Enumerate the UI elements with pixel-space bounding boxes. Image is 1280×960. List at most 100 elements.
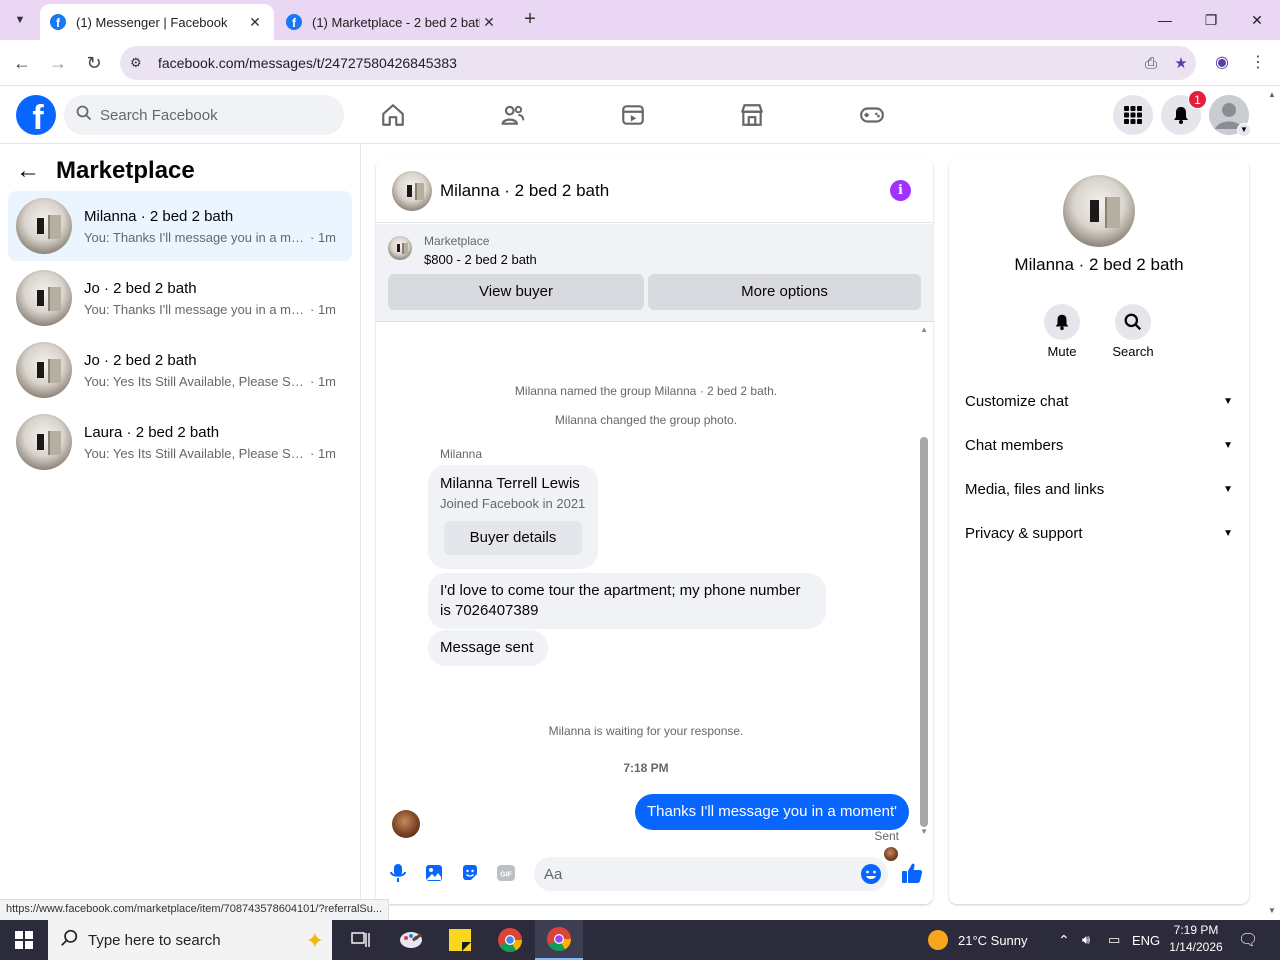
- incoming-message[interactable]: I'd love to come tour the apartment; my …: [428, 573, 826, 629]
- system-clock[interactable]: 7:19 PM 1/14/2026: [1160, 922, 1232, 956]
- menu-kebab-icon[interactable]: ⋮: [1246, 51, 1270, 75]
- chat-info-name: Milanna · 2 bed 2 bath: [1014, 255, 1184, 274]
- message-composer: GIF: [376, 849, 933, 899]
- group-photo[interactable]: [1063, 175, 1135, 247]
- message-input[interactable]: [534, 857, 888, 891]
- facebook-search-box[interactable]: [64, 95, 344, 135]
- page-scroll-down-icon[interactable]: ▼: [1268, 906, 1276, 915]
- mute-button[interactable]: Mute: [1032, 304, 1092, 359]
- language-indicator[interactable]: ENG: [1132, 920, 1160, 960]
- tab-messenger[interactable]: f (1) Messenger | Facebook ✕: [40, 4, 274, 40]
- omnibox[interactable]: ⚙ facebook.com/messages/t/24727580426845…: [120, 46, 1196, 80]
- section-label: Media, files and links: [965, 480, 1105, 498]
- task-view-icon[interactable]: [337, 920, 385, 960]
- home-nav-icon[interactable]: [361, 94, 425, 136]
- profile-icon[interactable]: ◉: [1210, 51, 1234, 75]
- chat-members-section[interactable]: Chat members ▼: [957, 425, 1241, 465]
- paint-app-icon[interactable]: [387, 920, 435, 960]
- new-tab-button[interactable]: +: [518, 8, 542, 32]
- privacy-support-section[interactable]: Privacy & support ▼: [957, 513, 1241, 553]
- taskbar-search-placeholder: Type here to search: [88, 931, 221, 949]
- chevron-down-icon[interactable]: ▼: [1237, 123, 1251, 137]
- bell-icon: [1044, 304, 1080, 340]
- chat-avatar[interactable]: [392, 170, 432, 211]
- microphone-icon[interactable]: [388, 863, 408, 883]
- conversation-item[interactable]: Jo · 2 bed 2 bath You: Yes Its Still Ava…: [8, 335, 352, 405]
- watch-nav-icon[interactable]: [601, 94, 665, 136]
- thumbs-up-icon[interactable]: [900, 861, 924, 885]
- chevron-up-icon[interactable]: ⌃: [1058, 920, 1070, 960]
- info-icon[interactable]: i: [890, 180, 911, 201]
- tab-close-icon[interactable]: ✕: [480, 14, 498, 31]
- search-in-chat-button[interactable]: Search: [1103, 304, 1163, 359]
- facebook-logo-icon[interactable]: f: [16, 95, 56, 135]
- scrollbar-thumb[interactable]: [920, 437, 928, 827]
- system-message: Milanna is waiting for your response.: [548, 724, 744, 738]
- more-options-button[interactable]: More options: [648, 274, 921, 310]
- gaming-nav-icon[interactable]: [840, 94, 904, 136]
- taskbar-search[interactable]: Type here to search ✦: [48, 920, 332, 960]
- scroll-up-icon[interactable]: ▲: [920, 325, 928, 334]
- back-icon[interactable]: ←: [10, 51, 34, 75]
- windows-start-icon[interactable]: [0, 920, 48, 960]
- sender-avatar[interactable]: [392, 810, 420, 838]
- conversation-snippet: You: Thanks I'll message you in a mo...: [84, 301, 306, 317]
- conversation-time: · 1m: [310, 445, 336, 461]
- back-arrow-icon[interactable]: ←: [16, 157, 40, 185]
- facebook-search-input[interactable]: [100, 106, 320, 124]
- buyer-details-button[interactable]: Buyer details: [444, 521, 582, 555]
- chat-header: Milanna · 2 bed 2 bath i: [376, 159, 933, 223]
- conversation-snippet: You: Yes Its Still Available, Please Sen…: [84, 373, 306, 389]
- incoming-message[interactable]: Message sent: [428, 630, 548, 666]
- marketplace-nav-icon[interactable]: [720, 94, 784, 136]
- install-app-icon[interactable]: ⎙: [1136, 55, 1166, 72]
- tab-title: (1) Marketplace - 2 bed 2 bath |: [312, 14, 480, 30]
- notifications-button[interactable]: 1: [1161, 90, 1207, 135]
- media-files-links-section[interactable]: Media, files and links ▼: [957, 469, 1241, 509]
- close-window-button[interactable]: ✕: [1234, 6, 1280, 34]
- site-info-icon[interactable]: ⚙: [130, 55, 150, 71]
- chat-panel: Milanna · 2 bed 2 bath i Marketplace $80…: [376, 159, 933, 904]
- tab-close-icon[interactable]: ✕: [246, 14, 264, 31]
- search-icon: [1115, 304, 1151, 340]
- network-icon[interactable]: ▭: [1108, 920, 1120, 960]
- tab-marketplace[interactable]: f (1) Marketplace - 2 bed 2 bath | ✕: [276, 4, 508, 40]
- conversation-item[interactable]: Milanna · 2 bed 2 bath You: Thanks I'll …: [8, 191, 352, 261]
- emoji-icon[interactable]: [860, 863, 882, 885]
- friends-nav-icon[interactable]: [481, 94, 545, 136]
- page-scroll-up-icon[interactable]: ▲: [1268, 90, 1276, 99]
- conversation-name: Laura · 2 bed 2 bath: [84, 423, 220, 441]
- sender-name: Milanna: [440, 447, 483, 461]
- conversation-time: · 1m: [310, 301, 336, 317]
- menu-grid-icon[interactable]: [1113, 95, 1153, 135]
- restore-button[interactable]: ❐: [1188, 6, 1234, 34]
- conversation-name: Jo · 2 bed 2 bath: [84, 351, 197, 369]
- gif-icon[interactable]: GIF: [496, 863, 516, 883]
- url-text[interactable]: facebook.com/messages/t/2472758042684538…: [158, 55, 1136, 71]
- listing-price[interactable]: $800 - 2 bed 2 bath: [424, 252, 537, 267]
- sticky-notes-icon[interactable]: [436, 920, 484, 960]
- sidebar-header: ← Marketplace: [16, 156, 195, 186]
- chrome-app-icon[interactable]: [486, 920, 534, 960]
- volume-icon[interactable]: 🔊︎: [1082, 920, 1090, 960]
- outgoing-message[interactable]: Thanks I'll message you in a moment': [634, 794, 909, 830]
- minimize-button[interactable]: —: [1142, 6, 1188, 34]
- svg-text:GIF: GIF: [500, 872, 512, 879]
- sticker-icon[interactable]: [460, 863, 480, 883]
- scroll-down-icon[interactable]: ▼: [920, 827, 928, 836]
- reload-icon[interactable]: ↻: [82, 51, 106, 75]
- tab-search-button[interactable]: ▼: [8, 8, 32, 32]
- conversation-item[interactable]: Jo · 2 bed 2 bath You: Thanks I'll messa…: [8, 263, 352, 333]
- view-buyer-button[interactable]: View buyer: [388, 274, 644, 310]
- chrome-profile-app-icon[interactable]: [535, 920, 583, 960]
- chevron-down-icon: ▼: [1223, 439, 1233, 451]
- notification-center-icon[interactable]: 🗨︎: [1238, 920, 1258, 960]
- chat-title[interactable]: Milanna · 2 bed 2 bath: [440, 181, 609, 201]
- bookmark-star-icon[interactable]: ★: [1166, 54, 1196, 72]
- customize-chat-section[interactable]: Customize chat ▼: [957, 381, 1241, 421]
- forward-icon[interactable]: →: [46, 51, 70, 75]
- account-avatar[interactable]: ▼: [1209, 95, 1251, 137]
- photo-icon[interactable]: [424, 863, 444, 883]
- weather-widget[interactable]: 21°C Sunny: [928, 920, 1028, 960]
- conversation-item[interactable]: Laura · 2 bed 2 bath You: Yes Its Still …: [8, 407, 352, 477]
